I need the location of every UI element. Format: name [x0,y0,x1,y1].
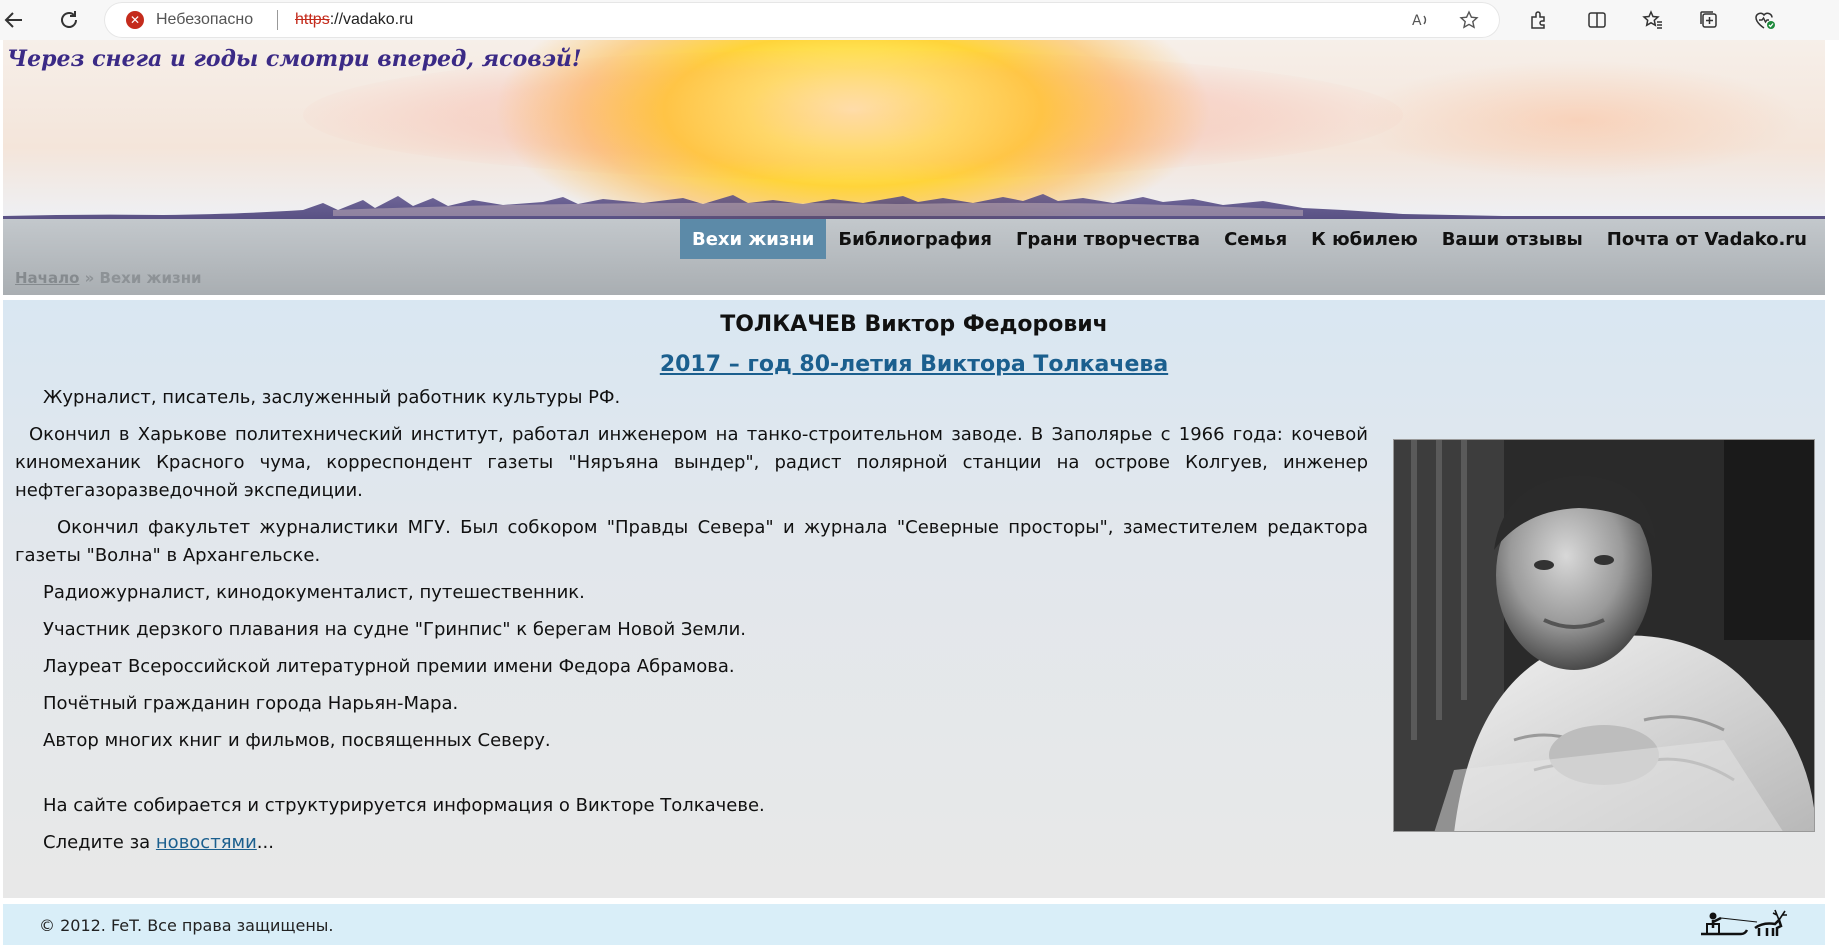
back-icon[interactable] [0,6,28,34]
main-menu: Вехи жизни Библиография Грани творчества… [679,219,1819,259]
site-slogan: Через снега и годы смотри вперед, ясовэй… [7,46,582,72]
bio-paragraph: На сайте собирается и структурируется ин… [43,795,765,816]
biography-text: Журналист, писатель, заслуженный работни… [15,384,1368,866]
refresh-icon[interactable] [55,6,83,34]
jubilee-link[interactable]: 2017 – год 80-летия Виктора Толкачева [3,352,1825,377]
read-aloud-icon[interactable]: A [1409,9,1431,31]
split-screen-icon[interactable] [1584,7,1610,33]
bio-paragraph: Участник дерзкого плавания на судне "Гри… [43,619,746,640]
collections-icon[interactable] [1696,7,1722,33]
bio-paragraph: Журналист, писатель, заслуженный работни… [43,387,621,408]
breadcrumb: Начало » Вехи жизни [15,269,202,287]
menu-item-milestones[interactable]: Вехи жизни [679,219,827,259]
main-content: ТОЛКАЧЕВ Виктор Федорович 2017 – год 80-… [3,300,1825,898]
banner-haze-right [1353,60,1803,180]
copyright-text: © 2012. FeT. Все права защищены. [39,916,334,935]
portrait-photo [1393,439,1815,832]
bio-paragraph: Окончил в Харькове политехнический инсти… [15,424,1368,501]
follow-prefix: Следите за [43,832,156,853]
url-protocol: https [295,11,330,28]
svg-text:A: A [1412,13,1422,29]
reindeer-sled-logo-icon [1701,909,1787,936]
favorites-icon[interactable] [1640,7,1666,33]
url-text[interactable]: https://vadako.ru [295,11,413,29]
follow-news-line: Следите за новостями... [15,829,1368,857]
menu-item-reviews[interactable]: Ваши отзывы [1430,219,1595,259]
footer: © 2012. FeT. Все права защищены. [3,904,1825,945]
menu-item-family[interactable]: Семья [1212,219,1299,259]
security-label[interactable]: Небезопасно [156,11,253,29]
breadcrumb-separator: » [79,269,100,287]
menu-item-creativity[interactable]: Грани творчества [1004,219,1212,259]
tundra-silhouette-image [3,194,1825,219]
bio-paragraph: Лауреат Всероссийской литературной преми… [43,656,735,677]
security-warning-icon[interactable]: ✕ [126,11,144,29]
bio-paragraph: Автор многих книг и фильмов, посвященных… [43,730,551,751]
address-separator [277,10,278,30]
navigation-bar: Вехи жизни Библиография Грани творчества… [3,219,1825,295]
page-title: ТОЛКАЧЕВ Виктор Федорович [720,312,1108,337]
breadcrumb-current: Вехи жизни [99,269,202,287]
browser-toolbar: ✕ Небезопасно https://vadako.ru A [0,0,1839,40]
bio-paragraph: Радиожурналист, кинодокументалист, путеш… [43,582,585,603]
address-bar[interactable]: ✕ Небезопасно https://vadako.ru A [104,2,1500,38]
browser-essentials-icon[interactable] [1752,7,1778,33]
menu-item-mail[interactable]: Почта от Vadako.ru [1595,219,1819,259]
menu-item-anniversary[interactable]: К юбилею [1299,219,1430,259]
news-link[interactable]: новостями [156,832,257,853]
favorite-star-icon[interactable] [1458,9,1480,31]
bio-paragraph: Окончил факультет журналистики МГУ. Был … [15,517,1368,566]
extensions-icon[interactable] [1526,7,1552,33]
web-page: Через снега и годы смотри вперед, ясовэй… [0,40,1839,945]
header-banner: Через снега и годы смотри вперед, ясовэй… [3,40,1825,219]
menu-item-bibliography[interactable]: Библиография [826,219,1004,259]
bio-paragraph: Почётный гражданин города Нарьян-Мара. [43,693,459,714]
url-host: ://vadako.ru [329,11,414,28]
breadcrumb-home-link[interactable]: Начало [15,269,79,287]
follow-suffix: ... [256,832,274,853]
